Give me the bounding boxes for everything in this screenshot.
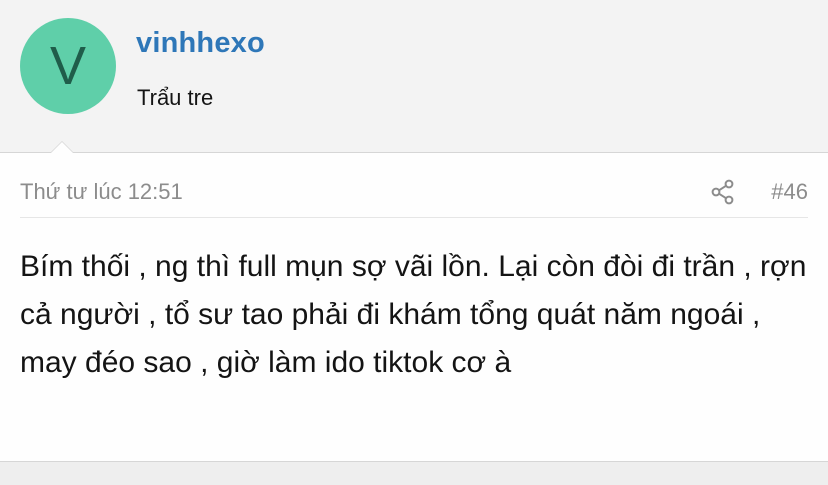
next-post-divider	[0, 462, 828, 485]
share-icon[interactable]	[710, 179, 736, 205]
post-number-link[interactable]: #46	[771, 179, 808, 205]
post-card: Thứ tư lúc 12:51 #46 Bím thối , ng thì f…	[0, 141, 828, 462]
user-title: Trẩu tre	[137, 85, 214, 110]
post-meta-row: Thứ tư lúc 12:51 #46	[20, 153, 808, 218]
username-link[interactable]: vinhhexo	[136, 27, 265, 60]
avatar-letter: V	[49, 36, 87, 96]
card-pointer	[50, 141, 74, 153]
avatar[interactable]: V	[20, 18, 116, 114]
post-timestamp[interactable]: Thứ tư lúc 12:51	[20, 179, 183, 205]
post-author-header: V vinhhexo Trẩu tre	[0, 0, 828, 152]
post-body: Bím thối , ng thì full mụn sợ vãi lồn. L…	[20, 250, 807, 379]
